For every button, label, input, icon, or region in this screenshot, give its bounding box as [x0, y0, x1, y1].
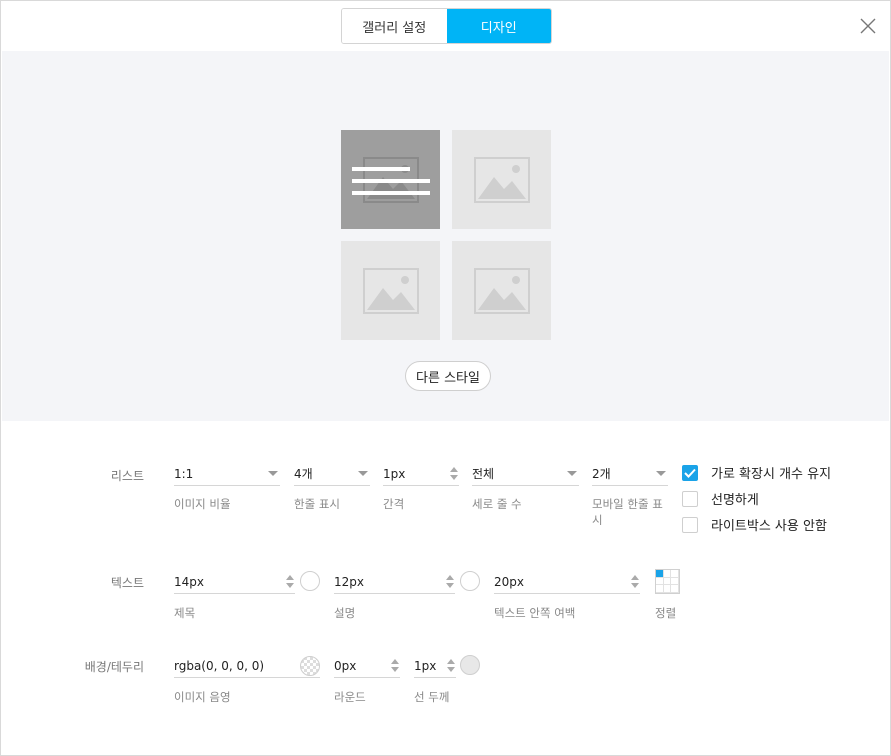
preview-tile: [452, 130, 551, 229]
border-row-label: 배경/테두리: [84, 660, 144, 674]
border-width-stepper[interactable]: 1px: [414, 654, 456, 678]
preview-tile: [452, 241, 551, 340]
stepper-arrows-icon[interactable]: [631, 575, 639, 588]
checkbox-unchecked-icon: [682, 516, 698, 533]
close-icon[interactable]: [858, 16, 878, 36]
text-padding-caption: 텍스트 안쪽 여백: [494, 606, 576, 620]
align-caption: 정렬: [655, 606, 677, 620]
image-ratio-caption: 이미지 비율: [174, 497, 231, 511]
desc-size-stepper[interactable]: 12px: [334, 570, 455, 594]
gap-caption: 간격: [383, 497, 405, 511]
preview-tile-active: [341, 130, 440, 229]
border-width-caption: 선 두께: [414, 690, 450, 704]
title-color-picker[interactable]: [300, 571, 320, 591]
title-size-caption: 제목: [174, 606, 196, 620]
radius-caption: 라운드: [334, 690, 366, 704]
stepper-arrows-icon[interactable]: [450, 467, 458, 480]
gallery-design-dialog: 갤러리 설정 디자인 다른 스타일 리스트 1:1 이미지 비율 4개 한줄 표…: [0, 0, 891, 756]
mobile-per-row-caption: 모바일 한줄 표시: [592, 497, 663, 527]
chevron-down-icon: [656, 471, 666, 476]
border-color-picker[interactable]: [460, 655, 480, 675]
rows-select[interactable]: 전체: [472, 462, 579, 486]
text-row-label: 텍스트: [110, 576, 144, 590]
stepper-arrows-icon[interactable]: [447, 659, 455, 672]
mobile-per-row-select[interactable]: 2개: [592, 462, 668, 486]
radius-stepper[interactable]: 0px: [334, 654, 400, 678]
chevron-down-icon: [567, 471, 577, 476]
preview-area: 다른 스타일: [2, 51, 889, 421]
checkbox-checked-icon: [682, 464, 698, 481]
stepper-arrows-icon[interactable]: [391, 659, 399, 672]
chevron-down-icon: [268, 471, 278, 476]
image-ratio-select[interactable]: 1:1: [174, 462, 280, 486]
text-padding-stepper[interactable]: 20px: [494, 570, 640, 594]
per-row-select[interactable]: 4개: [294, 462, 370, 486]
image-placeholder-icon: [473, 156, 530, 203]
image-shadow-caption: 이미지 음영: [174, 690, 231, 704]
keep-count-checkbox[interactable]: 가로 확장시 개수 유지: [682, 463, 831, 482]
shadow-color-picker[interactable]: [300, 656, 320, 676]
preview-tile: [341, 241, 440, 340]
tab-gallery-settings[interactable]: 갤러리 설정: [342, 9, 447, 43]
title-size-stepper[interactable]: 14px: [174, 570, 295, 594]
desc-size-caption: 설명: [334, 606, 356, 620]
tab-design[interactable]: 디자인: [446, 9, 551, 43]
gap-stepper[interactable]: 1px: [383, 462, 459, 486]
other-style-button[interactable]: 다른 스타일: [405, 361, 491, 391]
chevron-down-icon: [358, 471, 368, 476]
text-align-grid[interactable]: [655, 569, 680, 594]
image-placeholder-icon: [473, 267, 530, 314]
image-placeholder-icon: [362, 267, 419, 314]
image-shadow-input[interactable]: rgba(0, 0, 0, 0): [174, 654, 320, 678]
per-row-caption: 한줄 표시: [294, 497, 340, 511]
tab-group: 갤러리 설정 디자인: [341, 8, 552, 44]
stepper-arrows-icon[interactable]: [286, 575, 294, 588]
list-row-label: 리스트: [110, 469, 144, 483]
checkbox-unchecked-icon: [682, 490, 698, 507]
text-overlay-bars: [352, 167, 430, 203]
desc-color-picker[interactable]: [460, 571, 480, 591]
rows-caption: 세로 줄 수: [472, 497, 522, 511]
disable-lightbox-checkbox[interactable]: 라이트박스 사용 안함: [682, 515, 827, 534]
sharpen-checkbox[interactable]: 선명하게: [682, 489, 759, 508]
stepper-arrows-icon[interactable]: [446, 575, 454, 588]
